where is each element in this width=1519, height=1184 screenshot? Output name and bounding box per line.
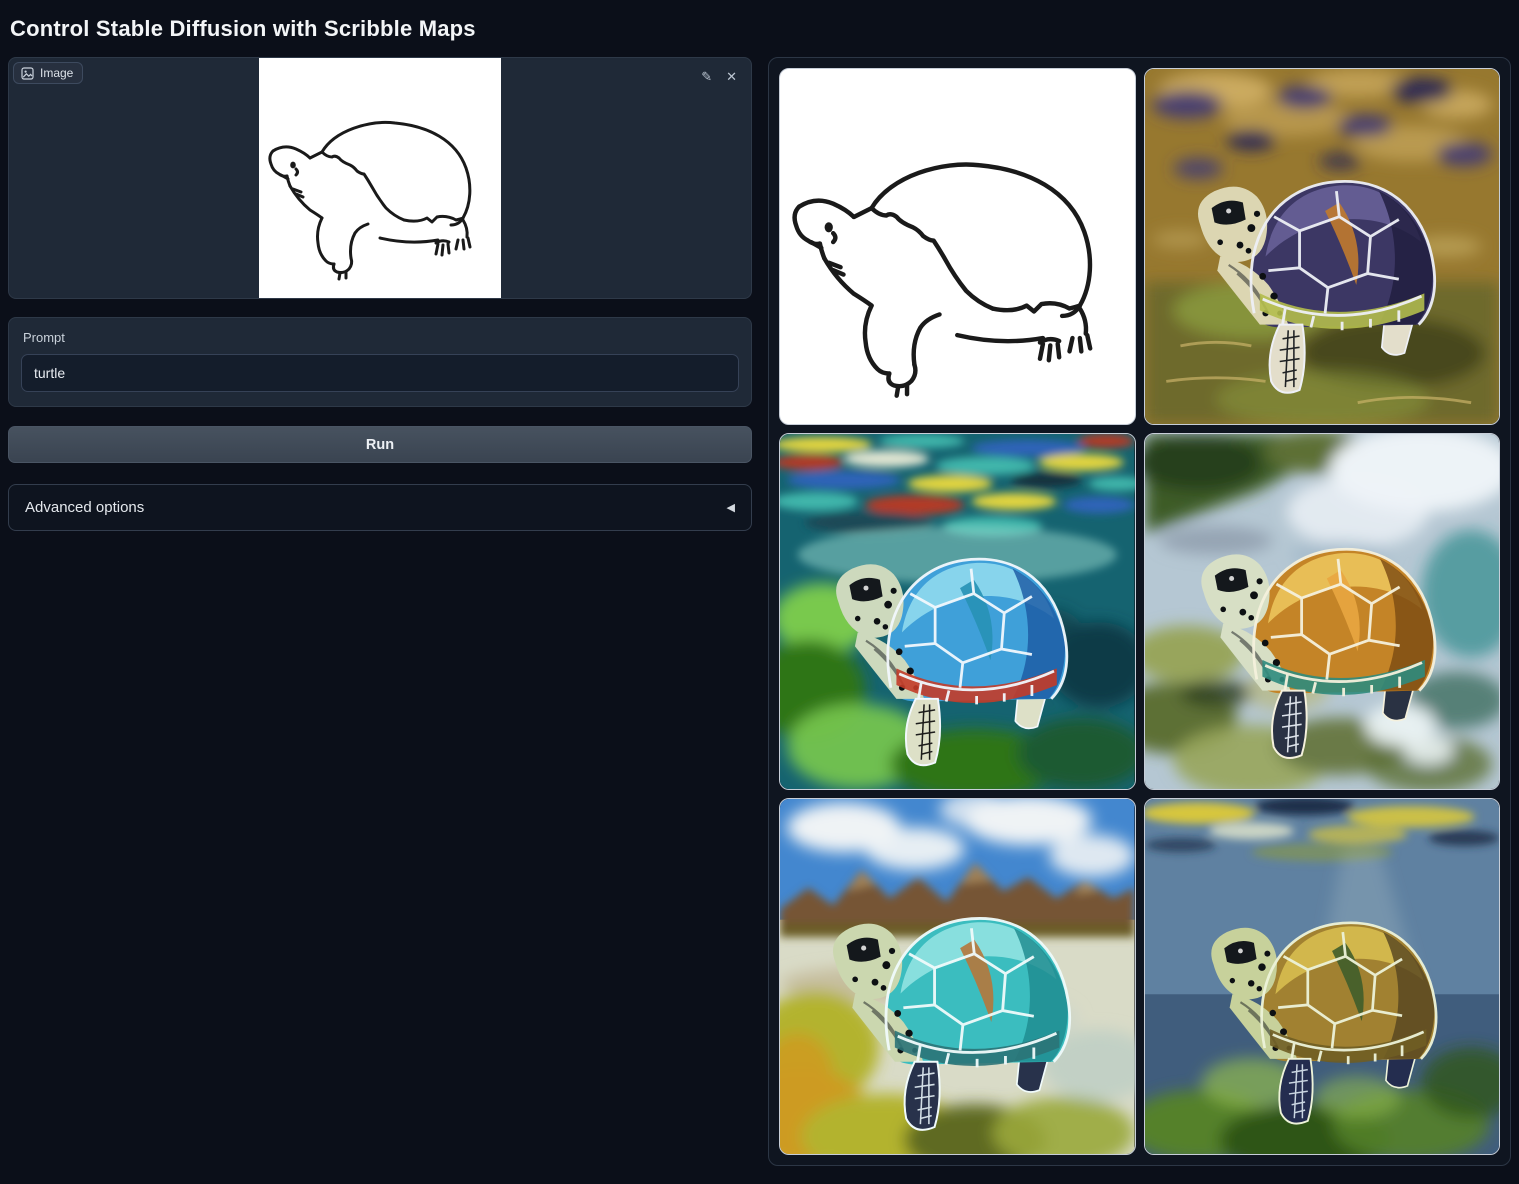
image-label-badge: Image <box>13 62 83 84</box>
gallery-item-result-3[interactable] <box>1144 433 1501 790</box>
clear-image-button[interactable]: ✕ <box>724 68 739 85</box>
edit-image-button[interactable]: ✎ <box>699 68 714 85</box>
pencil-icon: ✎ <box>701 69 712 84</box>
turtle-photo-art <box>780 434 1135 789</box>
turtle-photo-art <box>1145 69 1500 424</box>
controls-column: Image ✎ ✕ Prompt <box>8 57 752 531</box>
turtle-photo-art <box>780 799 1135 1154</box>
image-icon <box>21 67 34 80</box>
gallery-item-scribble[interactable] <box>779 68 1136 425</box>
advanced-options-label: Advanced options <box>25 499 144 516</box>
app-page: Control Stable Diffusion with Scribble M… <box>0 0 1519 1174</box>
image-panel-actions: ✎ ✕ <box>699 68 739 85</box>
prompt-label: Prompt <box>23 330 739 345</box>
gallery-item-result-4[interactable] <box>779 798 1136 1155</box>
turtle-photo-art <box>1145 434 1500 789</box>
advanced-options-accordion[interactable]: Advanced options ◀ <box>8 484 752 531</box>
scribble-canvas[interactable] <box>259 58 501 298</box>
gallery-item-result-5[interactable] <box>1144 798 1501 1155</box>
prompt-input[interactable] <box>21 354 739 392</box>
output-gallery <box>768 57 1511 1166</box>
gallery-item-result-2[interactable] <box>779 433 1136 790</box>
image-label: Image <box>40 66 73 80</box>
image-input-panel: Image ✎ ✕ <box>8 57 752 299</box>
prompt-block: Prompt <box>8 317 752 407</box>
gallery-item-result-1[interactable] <box>1144 68 1501 425</box>
close-icon: ✕ <box>726 69 737 84</box>
collapse-arrow-icon: ◀ <box>727 501 735 514</box>
turtle-scribble-drawing <box>259 58 501 298</box>
page-title: Control Stable Diffusion with Scribble M… <box>10 16 1511 41</box>
turtle-scribble-drawing <box>780 69 1135 424</box>
run-button[interactable]: Run <box>8 426 752 463</box>
turtle-photo-art <box>1145 799 1500 1154</box>
